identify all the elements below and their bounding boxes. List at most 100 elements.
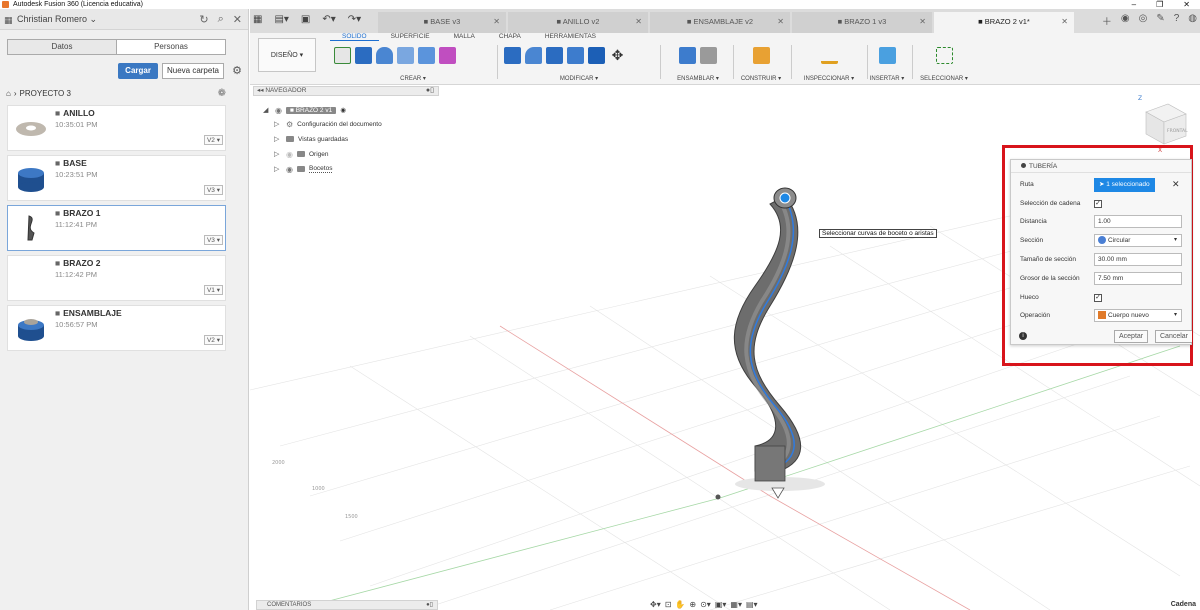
minimize-button[interactable]: – xyxy=(1132,0,1136,9)
close-tab-icon[interactable]: ✕ xyxy=(919,12,926,31)
close-tab-icon[interactable]: ✕ xyxy=(777,12,784,31)
close-window-button[interactable]: ✕ xyxy=(1183,0,1190,9)
version-dropdown[interactable]: V2 ▾ xyxy=(203,135,223,145)
zoom-icon[interactable]: ⊕ xyxy=(689,600,696,609)
info-icon[interactable]: i xyxy=(1019,332,1027,340)
breadcrumb-project[interactable]: PROYECTO 3 xyxy=(20,89,71,98)
operation-dropdown[interactable]: Cuerpo nuevo ▾ xyxy=(1094,309,1182,322)
apps-grid-icon[interactable]: ▦ xyxy=(4,15,13,26)
root-component[interactable]: ■ BRAZO 2 v1 xyxy=(285,106,337,114)
clear-selection-icon[interactable]: ✕ xyxy=(1172,179,1180,190)
job-status-icon[interactable]: ◎ xyxy=(1139,13,1148,28)
help-icon[interactable]: ? xyxy=(1174,13,1180,28)
file-card-brazo-1[interactable]: ■ BRAZO 1 11:12:41 PM V3 ▾ xyxy=(7,205,226,251)
select-group-label[interactable]: SELECCIONAR ▾ xyxy=(916,75,972,82)
tab-base-v3[interactable]: ■ BASE v3 ✕ xyxy=(378,12,506,33)
toggle-icon[interactable]: ●▯ xyxy=(426,601,433,609)
section-thickness-input[interactable]: 7.50 mm xyxy=(1094,272,1182,285)
extrude-icon[interactable] xyxy=(355,46,372,64)
pipe-dialog[interactable]: TUBERÍA Ruta ➤ 1 seleccionado ✕ Selecció… xyxy=(1010,159,1193,345)
comments-panel[interactable]: COMENTARIOS ●▯ xyxy=(256,600,438,610)
measure-icon[interactable] xyxy=(820,47,838,64)
browser-root[interactable]: ◢ ◉ ■ BRAZO 2 v1 ◉ xyxy=(263,104,346,116)
expand-icon[interactable]: ▷ xyxy=(274,165,282,173)
cancel-button[interactable]: Cancelar xyxy=(1155,330,1193,343)
path-selection-button[interactable]: ➤ 1 seleccionado xyxy=(1094,178,1155,192)
extensions-icon[interactable]: ◉ xyxy=(1121,13,1130,28)
create-group-label[interactable]: CREAR ▾ xyxy=(334,75,492,82)
revolve-icon[interactable] xyxy=(376,46,393,64)
ok-button[interactable]: Aceptar xyxy=(1114,330,1149,343)
construct-group-label[interactable]: CONSTRUIR ▾ xyxy=(736,75,786,82)
browser-item-doc-settings[interactable]: ▷ ⚙ Configuración del documento xyxy=(274,118,382,130)
create-form-icon[interactable] xyxy=(439,46,456,64)
expand-icon[interactable]: ▷ xyxy=(274,150,282,158)
version-dropdown[interactable]: V1 ▾ xyxy=(203,285,223,295)
upload-button[interactable]: Cargar xyxy=(118,63,158,79)
section-size-input[interactable]: 30.00 mm xyxy=(1094,253,1182,266)
joint-icon[interactable] xyxy=(700,46,717,64)
tab-datos[interactable]: Datos xyxy=(8,40,117,54)
tab-chapa[interactable]: CHAPA xyxy=(487,33,533,41)
tab-herramientas[interactable]: HERRAMIENTAS xyxy=(533,33,608,41)
user-menu[interactable]: Christian Romero ⌄ xyxy=(17,14,97,25)
tab-ensamblaje-v2[interactable]: ■ ENSAMBLAJE v2 ✕ xyxy=(650,12,790,33)
file-card-anillo[interactable]: ■ ANILLO 10:35:01 PM V2 ▾ xyxy=(7,105,226,151)
tab-superficie[interactable]: SUPERFICIE xyxy=(379,33,442,41)
tab-brazo-2-v1[interactable]: ■ BRAZO 2 v1* ✕ xyxy=(934,12,1074,33)
combine-icon[interactable] xyxy=(567,46,584,64)
inspect-group-label[interactable]: INSPECCIONAR ▾ xyxy=(795,75,863,82)
insert-group-label[interactable]: INSERTAR ▾ xyxy=(866,75,908,82)
browser-item-sketches[interactable]: ▷ ◉ Bocetos xyxy=(274,163,333,175)
shell-icon[interactable] xyxy=(546,46,563,64)
members-icon[interactable]: ❁ xyxy=(218,88,226,99)
workspace-dropdown[interactable]: DISEÑO ▾ xyxy=(258,38,316,72)
version-dropdown[interactable]: V3 ▾ xyxy=(203,185,223,195)
look-at-icon[interactable]: ⊡ xyxy=(665,600,672,609)
expand-icon[interactable]: ◢ xyxy=(263,106,271,114)
pan-icon[interactable]: ✋ xyxy=(675,600,685,609)
gear-icon[interactable]: ⚙ xyxy=(232,64,242,77)
version-dropdown[interactable]: V3 ▾ xyxy=(203,235,223,245)
browser-item-origin[interactable]: ▷ ◉ Origen xyxy=(274,148,329,160)
close-tab-icon[interactable]: ✕ xyxy=(1061,12,1068,31)
create-sketch-icon[interactable] xyxy=(334,46,351,64)
tab-malla[interactable]: MALLA xyxy=(442,33,487,41)
display-settings-icon[interactable]: ▣▾ xyxy=(715,600,727,609)
refresh-icon[interactable]: ↻ xyxy=(199,13,208,26)
sweep-icon[interactable] xyxy=(397,46,414,64)
grid-settings-icon[interactable]: ▦▾ xyxy=(730,600,742,609)
apps-grid-icon[interactable]: ▦ xyxy=(253,14,262,25)
browser-panel-header[interactable]: ◂◂ NAVEGADOR ●▯ xyxy=(253,86,439,96)
avatar[interactable]: ◍ xyxy=(1188,13,1197,28)
search-icon[interactable]: ⌕ xyxy=(218,13,224,26)
visibility-icon[interactable]: ◉ xyxy=(275,106,282,115)
file-card-ensamblaje[interactable]: ■ ENSAMBLAJE 10:56:57 PM V2 ▾ xyxy=(7,305,226,351)
split-icon[interactable] xyxy=(588,46,605,64)
tab-brazo-1-v3[interactable]: ■ BRAZO 1 v3 ✕ xyxy=(792,12,932,33)
assemble-group-label[interactable]: ENSAMBLAR ▾ xyxy=(668,75,728,82)
new-component-icon[interactable] xyxy=(679,46,696,64)
viewports-icon[interactable]: ▤▾ xyxy=(746,600,758,609)
file-menu-icon[interactable]: ▤▾ xyxy=(274,14,288,25)
view-cube-front-label[interactable]: FRONTAL xyxy=(1167,128,1188,134)
activate-radio-icon[interactable]: ◉ xyxy=(340,106,346,114)
insert-image-icon[interactable] xyxy=(878,46,896,64)
file-card-brazo-2[interactable]: ■ BRAZO 2 11:12:42 PM V1 ▾ xyxy=(7,255,226,301)
close-tab-icon[interactable]: ✕ xyxy=(493,12,500,31)
new-tab-icon[interactable]: ＋ xyxy=(1102,13,1112,28)
close-tab-icon[interactable]: ✕ xyxy=(635,12,642,31)
maximize-button[interactable]: ❐ xyxy=(1156,0,1163,9)
redo-icon[interactable]: ↷▾ xyxy=(348,14,361,25)
distance-input[interactable]: 1.00 xyxy=(1094,215,1182,228)
browser-item-named-views[interactable]: ▷ Vistas guardadas xyxy=(274,133,348,145)
new-folder-button[interactable]: Nueva carpeta xyxy=(161,63,224,79)
hollow-checkbox[interactable]: ✓ xyxy=(1094,294,1102,302)
move-icon[interactable]: ✥ xyxy=(609,47,626,64)
modify-group-label[interactable]: MODIFICAR ▾ xyxy=(504,75,654,82)
orbit-icon[interactable]: ✥▾ xyxy=(650,600,661,609)
tab-personas[interactable]: Personas xyxy=(117,40,225,54)
version-dropdown[interactable]: V2 ▾ xyxy=(203,335,223,345)
notifications-icon[interactable]: ✎ xyxy=(1156,13,1164,28)
fit-icon[interactable]: ⊙▾ xyxy=(700,600,711,609)
